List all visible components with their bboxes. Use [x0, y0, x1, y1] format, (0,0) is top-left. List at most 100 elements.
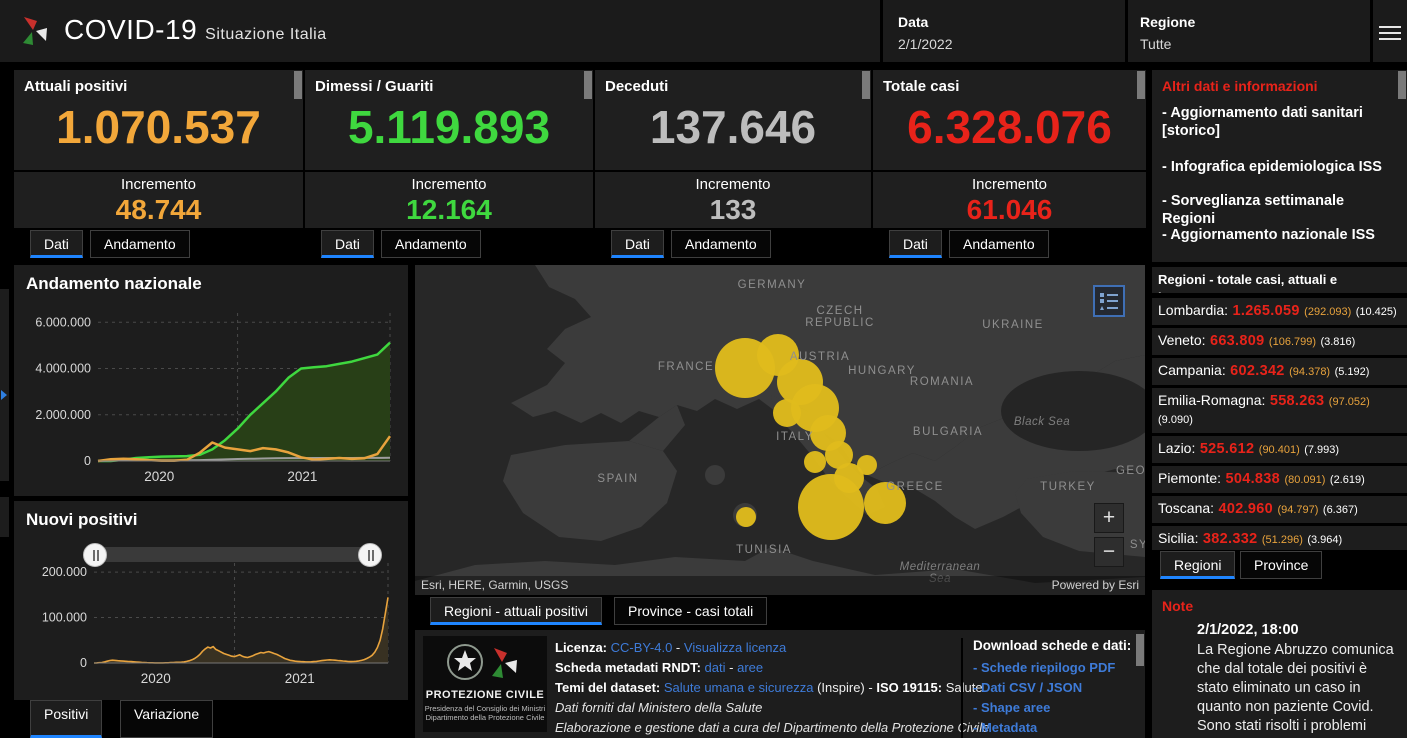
svg-text:2020: 2020: [144, 469, 174, 484]
svg-text:100.000: 100.000: [42, 611, 87, 625]
tab-regioni-attuali-positivi[interactable]: Regioni - attuali positivi: [430, 597, 602, 625]
region-bubble[interactable]: [798, 474, 864, 540]
card-value: 6.328.076: [873, 100, 1146, 154]
map-attribution: Esri, HERE, Garmin, USGS: [421, 578, 568, 592]
increment-value: 61.046: [873, 194, 1146, 226]
licenza-link[interactable]: CC-BY-4.0: [611, 640, 673, 655]
tab-andamento-attuali[interactable]: Andamento: [90, 230, 190, 258]
region-bubble[interactable]: [857, 455, 877, 475]
region-row-lombardia[interactable]: Lombardia: 1.265.059 (292.093) (10.425): [1152, 298, 1407, 325]
menu-icon[interactable]: [1379, 22, 1401, 44]
tab-dati-attuali[interactable]: Dati: [30, 230, 83, 258]
zoom-out-button[interactable]: −: [1094, 537, 1124, 567]
powered-by-esri: Powered by Esri: [1052, 578, 1139, 592]
increment-label: Incremento: [14, 176, 303, 193]
region-row-sicilia[interactable]: Sicilia: 382.332 (51.296) (3.964): [1152, 526, 1407, 550]
zoom-in-button[interactable]: +: [1094, 503, 1124, 533]
region-row-lazio[interactable]: Lazio: 525.612 (90.401) (7.993): [1152, 436, 1407, 463]
visualizza-licenza-link[interactable]: Visualizza licenza: [684, 640, 786, 655]
tab-regioni[interactable]: Regioni: [1160, 551, 1235, 579]
temi-link[interactable]: Salute umana e sicurezza: [664, 680, 814, 695]
card-totale-casi: Totale casi 6.328.076 Incremento 61.046: [873, 70, 1146, 228]
separator: -: [676, 640, 680, 655]
card-dimessi-guariti: Dimessi / Guariti 5.119.893 Incremento 1…: [305, 70, 593, 228]
altri-dati-panel: Altri dati e informazioni - Aggiornament…: [1152, 70, 1407, 262]
tab-province[interactable]: Province: [1240, 551, 1322, 579]
tab-variazione[interactable]: Variazione: [120, 700, 213, 738]
map-place-label: TURKEY: [1040, 481, 1096, 493]
tab-andamento-deceduti[interactable]: Andamento: [671, 230, 771, 258]
card-scrollbar[interactable]: [862, 71, 870, 99]
link-infografica-iss[interactable]: - Infografica epidemiologica ISS: [1162, 158, 1399, 176]
card-title: Deceduti: [605, 78, 668, 95]
panel-scrollbar[interactable]: [1398, 71, 1406, 99]
nuovi-positivi-panel: Nuovi positivi 0100.000200.00020202021: [14, 501, 408, 700]
divider: [14, 170, 303, 172]
download-metadata-link[interactable]: - Metadata: [973, 718, 1141, 738]
download-schede-pdf-link[interactable]: - Schede riepilogo PDF: [973, 658, 1141, 678]
tab-dati-totale[interactable]: Dati: [889, 230, 942, 258]
card-title: Dimessi / Guariti: [315, 78, 433, 95]
note-panel: Note 2/1/2022, 18:00 La Regione Abruzzo …: [1152, 590, 1407, 738]
region-row-campania[interactable]: Campania: 602.342 (94.378) (5.192): [1152, 358, 1407, 385]
tab-andamento-guariti[interactable]: Andamento: [381, 230, 481, 258]
region-filter[interactable]: Regione Tutte: [1140, 14, 1195, 52]
date-range-slider-track[interactable]: [95, 547, 370, 562]
range-slider-right-handle[interactable]: [358, 543, 382, 567]
card-scrollbar[interactable]: [1137, 71, 1145, 99]
region-row-piemonte[interactable]: Piemonte: 504.838 (80.091) (2.619): [1152, 466, 1407, 493]
svg-text:2.000.000: 2.000.000: [35, 408, 91, 422]
collapsed-pane-stub[interactable]: [0, 497, 9, 537]
tab-positivi[interactable]: Positivi: [30, 700, 102, 738]
tab-dati-guariti[interactable]: Dati: [321, 230, 374, 258]
collapsed-filter-pane[interactable]: [0, 289, 9, 481]
download-csv-json-link[interactable]: - Dati CSV / JSON: [973, 678, 1141, 698]
map-place-label: FRANCE: [658, 361, 714, 373]
header-divider: [1125, 0, 1128, 62]
link-sorveglianza-regioni[interactable]: - Sorveglianza settimanale Regioni: [1162, 192, 1399, 228]
map-attribution-bar: Esri, HERE, Garmin, USGS Powered by Esri: [415, 576, 1145, 595]
region-row-veneto[interactable]: Veneto: 663.809 (106.799) (3.816): [1152, 328, 1407, 355]
tab-province-casi-totali[interactable]: Province - casi totali: [614, 597, 767, 625]
date-filter[interactable]: Data 2/1/2022: [898, 14, 953, 52]
card-scrollbar[interactable]: [294, 71, 302, 99]
increment-value: 48.744: [14, 194, 303, 226]
region-bubble[interactable]: [736, 507, 756, 527]
chart-title: Andamento nazionale: [26, 274, 202, 294]
region-row-toscana[interactable]: Toscana: 402.960 (94.797) (6.367): [1152, 496, 1407, 523]
region-filter-value[interactable]: Tutte: [1140, 36, 1195, 52]
increment-label: Incremento: [873, 176, 1146, 193]
separator: -: [729, 660, 733, 675]
link-aggiornamento-dati-sanitari[interactable]: - Aggiornamento dati sanitari [storico]: [1162, 104, 1399, 140]
rndt-aree-link[interactable]: aree: [737, 660, 763, 675]
map-place-label: BULGARIA: [913, 426, 983, 438]
altri-dati-title: Altri dati e informazioni: [1162, 78, 1318, 94]
card-deceduti: Deceduti 137.646 Incremento 133: [595, 70, 871, 228]
andamento-nazionale-chart[interactable]: 02.000.0004.000.0006.000.00020202021: [22, 299, 400, 491]
region-row-emilia-romagna[interactable]: Emilia-Romagna: 558.263 (97.052) (9.090): [1152, 388, 1407, 433]
range-slider-left-handle[interactable]: [83, 543, 107, 567]
expand-pane-icon[interactable]: [1, 390, 7, 400]
svg-text:2021: 2021: [287, 469, 317, 484]
italy-map[interactable]: GERMANYCZECH REPUBLICUKRAINEFRANCEAUSTRI…: [415, 265, 1145, 595]
map-legend-button[interactable]: [1093, 285, 1125, 317]
dashboard: COVID-19Situazione Italia Data 2/1/2022 …: [0, 0, 1407, 738]
nuovi-positivi-chart[interactable]: 0100.000200.00020202021: [22, 541, 400, 693]
region-bubble[interactable]: [804, 451, 826, 473]
svg-text:2021: 2021: [285, 671, 315, 686]
logo-line1: Presidenza del Consiglio dei Ministri: [423, 704, 547, 713]
rndt-dati-link[interactable]: dati: [705, 660, 726, 675]
tab-dati-deceduti[interactable]: Dati: [611, 230, 664, 258]
link-aggiornamento-nazionale-iss[interactable]: - Aggiornamento nazionale ISS: [1162, 226, 1399, 244]
card-scrollbar[interactable]: [584, 71, 592, 99]
date-filter-value[interactable]: 2/1/2022: [898, 36, 953, 52]
app-header: COVID-19Situazione Italia Data 2/1/2022 …: [0, 0, 1407, 62]
tab-andamento-totale[interactable]: Andamento: [949, 230, 1049, 258]
footer-scrollbar[interactable]: [1136, 634, 1144, 666]
download-title: Download schede e dati:: [973, 638, 1141, 653]
license-block: Licenza: CC-BY-4.0 - Visualizza licenza …: [555, 638, 989, 738]
download-shape-aree-link[interactable]: - Shape aree: [973, 698, 1141, 718]
footer-panel: PROTEZIONE CIVILE Presidenza del Consigl…: [415, 630, 1145, 738]
fonte-dipartimento: Elaborazione e gestione dati a cura del …: [555, 718, 989, 738]
licenza-label: Licenza:: [555, 640, 607, 655]
